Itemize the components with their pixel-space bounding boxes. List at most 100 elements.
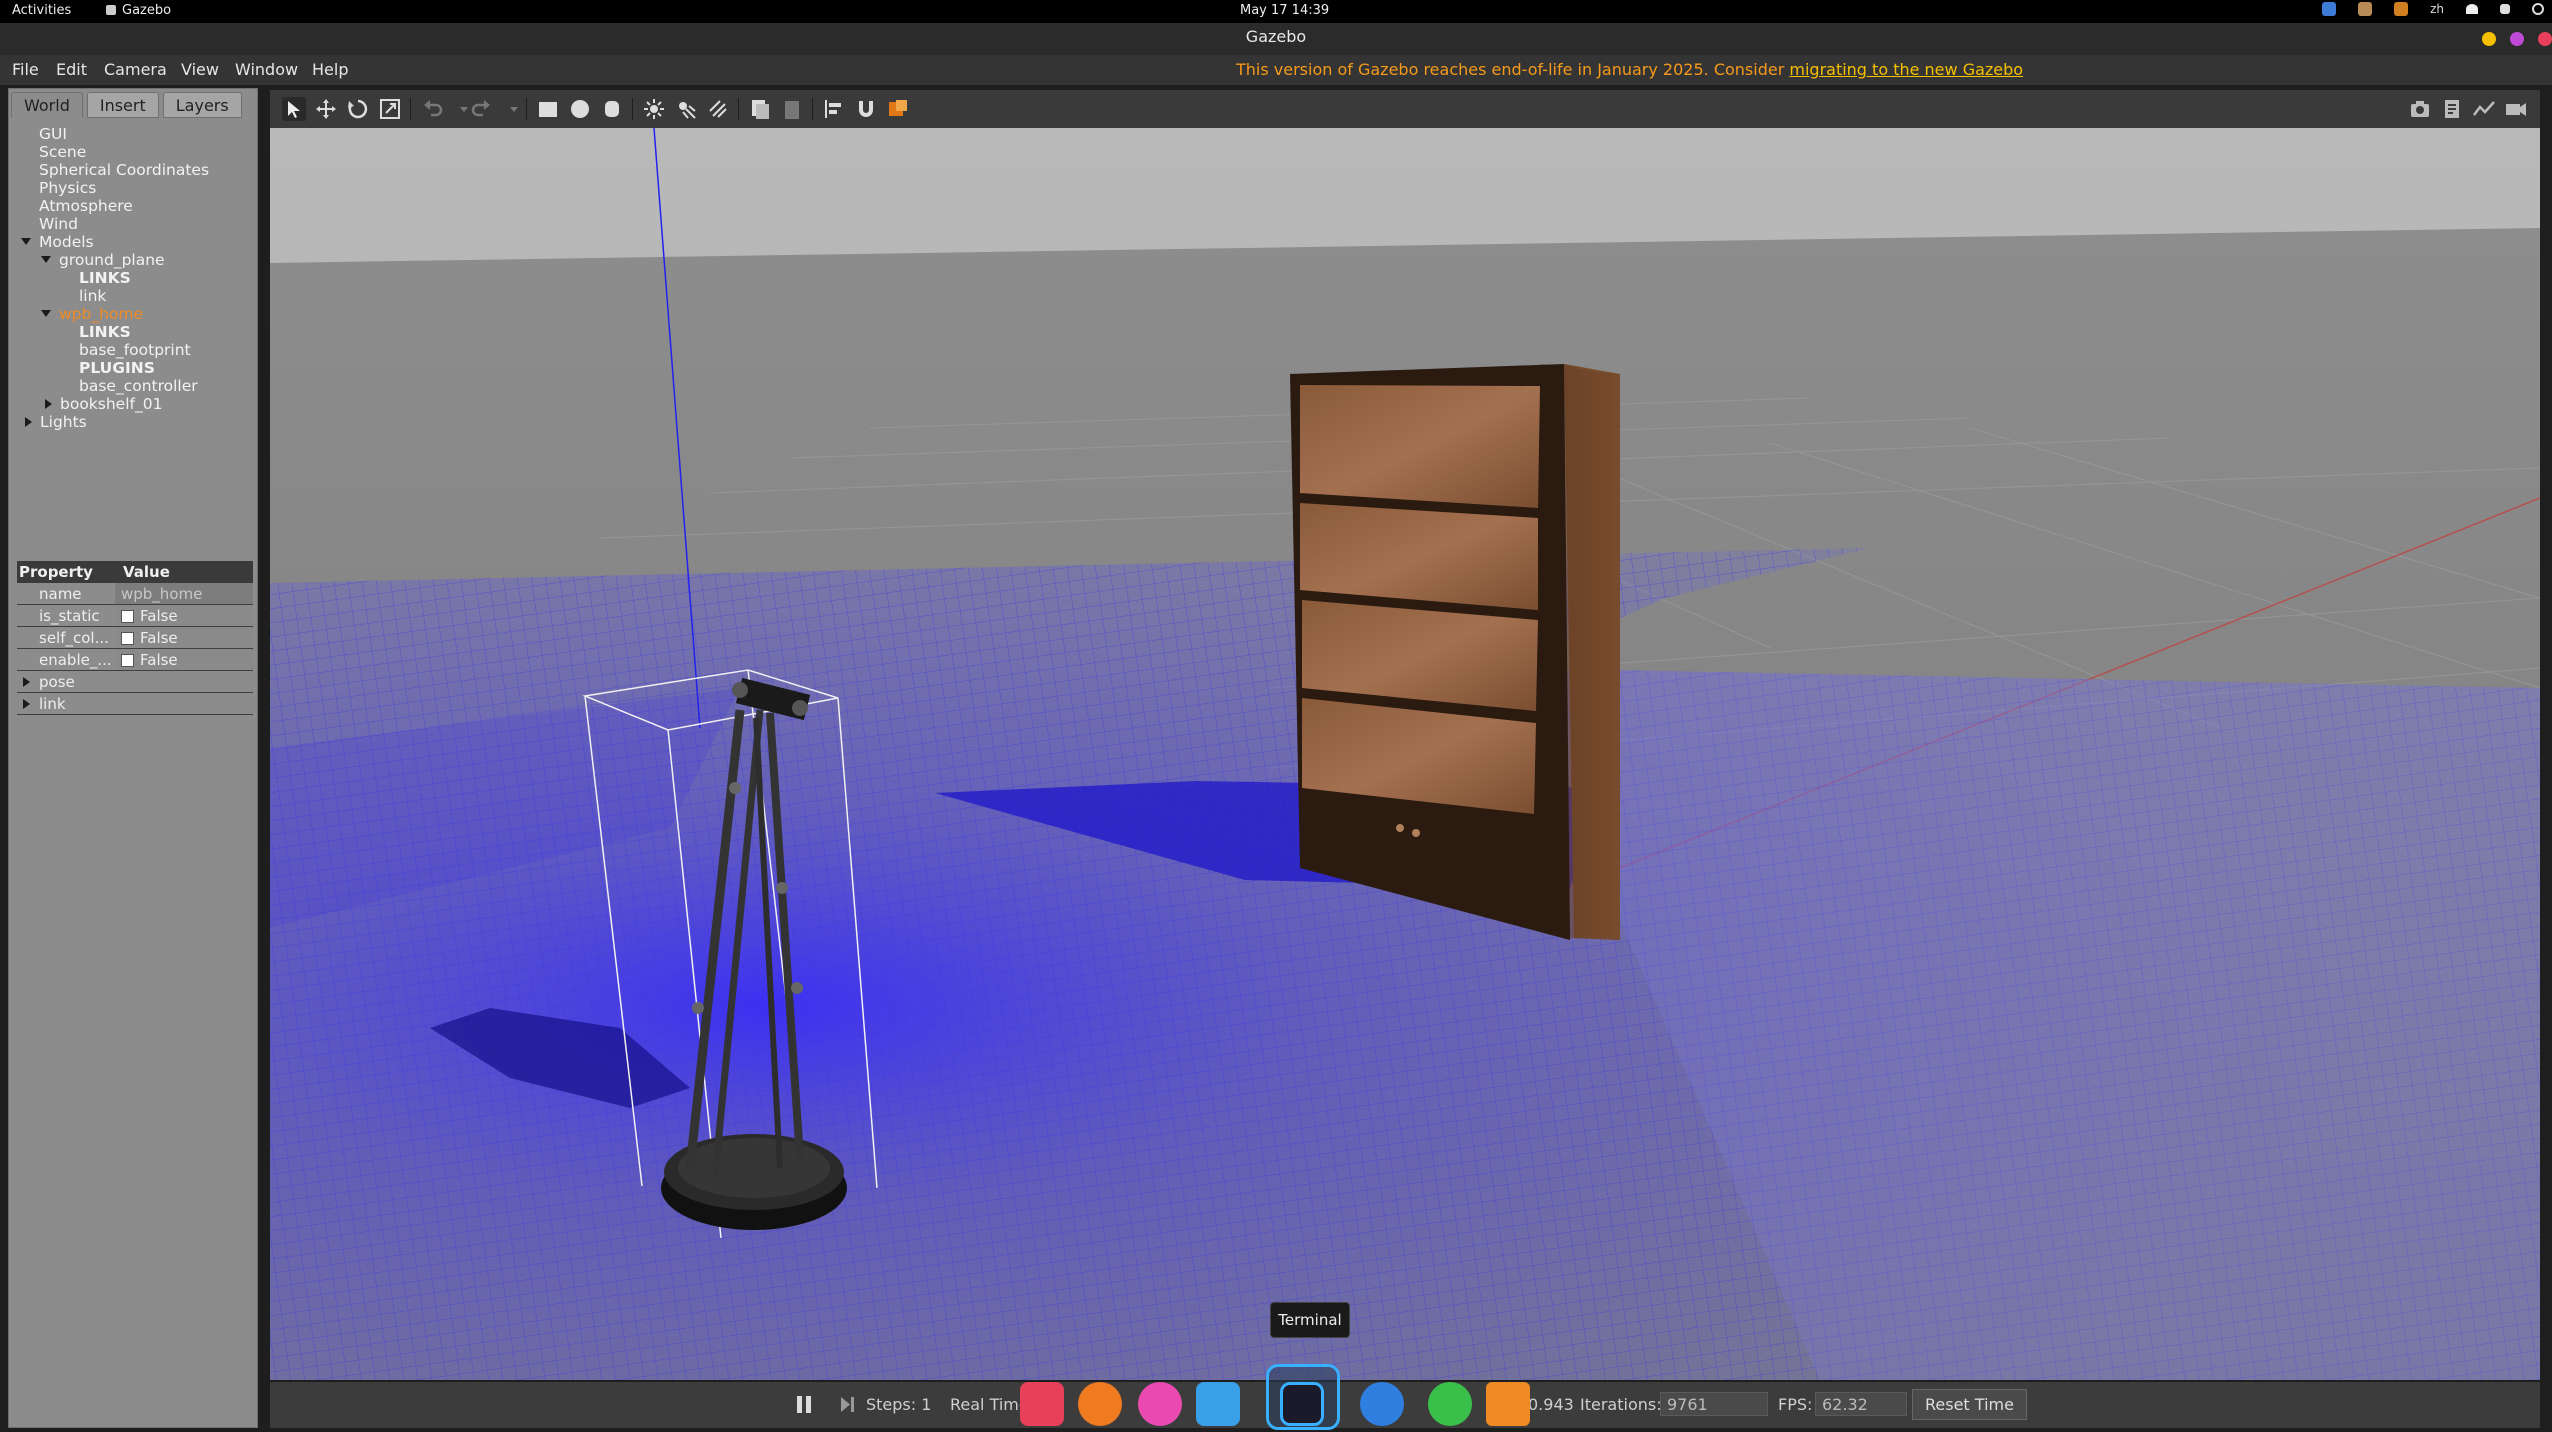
redo-history-dropdown-icon[interactable] <box>502 97 518 121</box>
tree-item-lights[interactable]: Lights <box>25 413 87 431</box>
files-app-icon[interactable] <box>1196 1382 1240 1426</box>
tree-item-base-controller[interactable]: base_controller <box>79 377 198 395</box>
tree-item-physics[interactable]: Physics <box>39 179 96 197</box>
scale-mode-icon[interactable] <box>378 97 402 121</box>
menu-help[interactable]: Help <box>312 60 348 79</box>
select-mode-icon[interactable] <box>282 97 306 121</box>
cylinder-shape-icon[interactable] <box>600 97 624 121</box>
video-record-icon[interactable] <box>2504 97 2528 121</box>
copy-icon[interactable] <box>748 97 772 121</box>
remote-desktop-app-icon[interactable] <box>1078 1382 1122 1426</box>
scene-render[interactable] <box>270 128 2540 1380</box>
eol-notice: This version of Gazebo reaches end-of-li… <box>1236 60 2023 79</box>
checkbox[interactable] <box>121 654 134 667</box>
menu-edit[interactable]: Edit <box>56 60 87 79</box>
expand-right-icon[interactable] <box>45 399 52 409</box>
property-row-is-static[interactable]: is_static False <box>17 605 253 627</box>
value-column-header: Value <box>123 563 170 581</box>
property-row-pose[interactable]: pose <box>17 671 253 693</box>
wechat-app-icon[interactable] <box>1428 1382 1472 1426</box>
tree-item-ground-plane[interactable]: ground_plane <box>41 251 165 269</box>
checkbox[interactable] <box>121 632 134 645</box>
app-menu[interactable]: Gazebo <box>106 3 171 18</box>
plot-icon[interactable] <box>2472 97 2496 121</box>
expand-right-icon[interactable] <box>25 417 32 427</box>
window-title: Gazebo <box>1245 27 1307 46</box>
expand-down-icon[interactable] <box>41 256 51 263</box>
steps-label[interactable]: Steps: 1 <box>866 1395 931 1414</box>
tree-item-base-footprint[interactable]: base_footprint <box>79 341 191 359</box>
translate-mode-icon[interactable] <box>314 97 338 121</box>
tray-cat-icon[interactable] <box>2358 2 2373 16</box>
menu-file[interactable]: File <box>12 60 39 79</box>
tree-item-wind[interactable]: Wind <box>39 215 78 233</box>
align-icon[interactable] <box>822 97 846 121</box>
activities-button[interactable]: Activities <box>12 3 71 18</box>
tray-rss-icon[interactable] <box>2394 2 2409 16</box>
terminal-app-icon[interactable] <box>1280 1382 1324 1426</box>
screenshot-camera-icon[interactable] <box>2408 97 2432 121</box>
tab-layers[interactable]: Layers <box>162 92 242 118</box>
property-table-header: Property Value <box>17 561 253 583</box>
browser-app-icon[interactable] <box>1138 1382 1182 1426</box>
vscode-app-icon[interactable] <box>1360 1382 1404 1426</box>
property-row-enable-wind[interactable]: enable_... False <box>17 649 253 671</box>
property-row-name[interactable]: name wpb_home <box>17 583 253 605</box>
tab-world[interactable]: World <box>11 92 83 118</box>
tree-item-spherical-coordinates[interactable]: Spherical Coordinates <box>39 161 209 179</box>
expand-right-icon[interactable] <box>23 699 30 709</box>
maximize-button[interactable] <box>2510 32 2524 46</box>
property-key: is_static <box>39 607 100 625</box>
scene-viewport[interactable] <box>270 128 2540 1380</box>
directional-light-icon[interactable] <box>706 97 730 121</box>
calendar-app-icon[interactable] <box>1020 1382 1064 1426</box>
close-button[interactable] <box>2538 32 2552 46</box>
clock[interactable]: May 17 14:39 <box>1240 3 1329 18</box>
tab-insert[interactable]: Insert <box>86 92 159 118</box>
undo-icon[interactable] <box>420 97 444 121</box>
tree-item-gui[interactable]: GUI <box>39 125 67 143</box>
pause-icon[interactable] <box>797 1396 811 1413</box>
tree-item-wpb-home[interactable]: wpb_home <box>41 305 143 323</box>
expand-right-icon[interactable] <box>23 677 30 687</box>
point-light-icon[interactable] <box>642 97 666 121</box>
tray-app-icon[interactable] <box>2322 2 2337 16</box>
expand-down-icon[interactable] <box>21 238 31 245</box>
menu-view[interactable]: View <box>181 60 219 79</box>
redo-icon[interactable] <box>470 97 494 121</box>
expand-down-icon[interactable] <box>41 310 51 317</box>
minimize-button[interactable] <box>2482 32 2496 46</box>
property-value[interactable]: wpb_home <box>121 585 202 603</box>
property-row-self-collide[interactable]: self_col... False <box>17 627 253 649</box>
menu-window[interactable]: Window <box>235 60 298 79</box>
tree-item-link[interactable]: link <box>79 287 106 305</box>
tree-item-models[interactable]: Models <box>21 233 94 251</box>
step-icon[interactable] <box>840 1396 854 1413</box>
menu-camera[interactable]: Camera <box>104 60 167 79</box>
checkbox[interactable] <box>121 610 134 623</box>
sphere-shape-icon[interactable] <box>568 97 592 121</box>
tree-item-atmosphere[interactable]: Atmosphere <box>39 197 133 215</box>
undo-history-dropdown-icon[interactable] <box>452 97 468 121</box>
reset-time-button[interactable]: Reset Time <box>1912 1389 2027 1420</box>
gazebo-app-icon[interactable] <box>1486 1382 1530 1426</box>
migration-link[interactable]: migrating to the new Gazebo <box>1789 60 2023 79</box>
wifi-icon[interactable] <box>2466 4 2478 14</box>
tree-item-scene[interactable]: Scene <box>39 143 86 161</box>
log-data-icon[interactable] <box>2440 97 2464 121</box>
input-method-indicator[interactable]: zh <box>2430 2 2444 16</box>
power-icon[interactable] <box>2532 3 2544 15</box>
snap-magnet-icon[interactable] <box>854 97 878 121</box>
bookshelf-model[interactable] <box>1290 364 1620 940</box>
paste-icon[interactable] <box>780 97 804 121</box>
rotate-mode-icon[interactable] <box>346 97 370 121</box>
change-view-angle-icon[interactable] <box>886 97 910 121</box>
toolbar-separator <box>738 98 739 120</box>
left-panel: World Insert Layers GUI Scene Spherical … <box>8 88 258 1428</box>
spot-light-icon[interactable] <box>674 97 698 121</box>
volume-icon[interactable] <box>2500 4 2510 14</box>
property-row-link[interactable]: link <box>17 693 253 715</box>
tree-item-bookshelf[interactable]: bookshelf_01 <box>45 395 162 413</box>
toolbar-separator <box>632 98 633 120</box>
box-shape-icon[interactable] <box>536 97 560 121</box>
